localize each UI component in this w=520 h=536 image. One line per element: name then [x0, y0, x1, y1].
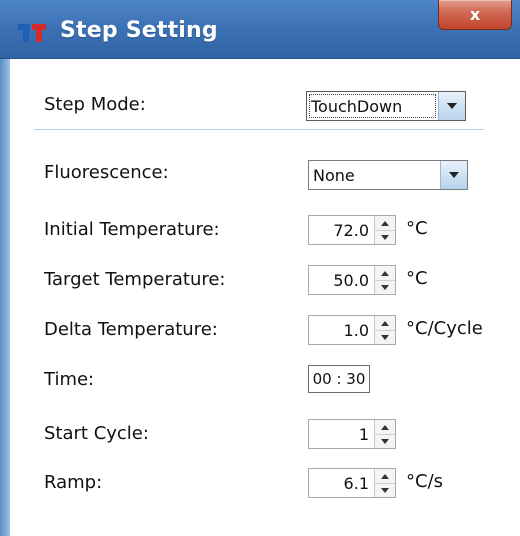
step-mode-label: Step Mode:	[44, 94, 146, 115]
start-cycle-value: 1	[358, 425, 369, 444]
close-icon: x	[469, 5, 481, 24]
spin-up-icon[interactable]	[375, 316, 395, 331]
spin-down-icon[interactable]	[375, 330, 395, 344]
start-cycle-spinner[interactable]: 1	[308, 419, 396, 449]
spin-down-icon[interactable]	[375, 230, 395, 244]
initial-temperature-label: Initial Temperature:	[44, 219, 220, 240]
spin-up-icon[interactable]	[375, 469, 395, 484]
step-mode-value: TouchDown	[311, 97, 403, 116]
window-title: Step Setting	[60, 18, 218, 43]
spin-buttons	[374, 216, 395, 244]
fluorescence-value: None	[313, 166, 355, 185]
spin-buttons	[374, 266, 395, 294]
ramp-value: 6.1	[343, 474, 369, 493]
fluorescence-label: Fluorescence:	[44, 162, 169, 183]
spin-up-icon[interactable]	[375, 216, 395, 231]
start-cycle-label: Start Cycle:	[44, 423, 149, 444]
ramp-spinner[interactable]: 6.1	[308, 468, 396, 498]
close-button[interactable]: x	[438, 0, 512, 30]
spin-down-icon[interactable]	[375, 280, 395, 294]
ramp-label: Ramp:	[44, 472, 103, 493]
chevron-down-icon[interactable]	[438, 92, 465, 120]
spin-up-icon[interactable]	[375, 420, 395, 435]
target-temperature-unit: °C	[406, 268, 428, 289]
ramp-unit: °C/s	[406, 471, 444, 492]
target-temperature-label: Target Temperature:	[44, 269, 226, 290]
delta-temperature-spinner[interactable]: 1.0	[308, 315, 396, 345]
step-mode-select[interactable]: TouchDown	[306, 91, 466, 121]
time-input[interactable]: 00 : 30	[308, 365, 370, 393]
spin-down-icon[interactable]	[375, 434, 395, 448]
initial-temperature-unit: °C	[406, 218, 428, 239]
target-temperature-spinner[interactable]: 50.0	[308, 265, 396, 295]
delta-temperature-label: Delta Temperature:	[44, 319, 218, 340]
spin-buttons	[374, 469, 395, 497]
spin-buttons	[374, 316, 395, 344]
app-logo-icon	[18, 24, 46, 42]
fluorescence-select[interactable]: None	[308, 160, 468, 190]
spin-buttons	[374, 420, 395, 448]
window-border	[0, 0, 10, 536]
delta-temperature-unit: °C/Cycle	[406, 318, 483, 339]
target-temperature-value: 50.0	[333, 271, 369, 290]
delta-temperature-value: 1.0	[343, 321, 369, 340]
section-divider	[34, 129, 484, 130]
chevron-down-icon[interactable]	[440, 161, 467, 189]
title-bar[interactable]: Step Setting x	[0, 0, 520, 59]
spin-down-icon[interactable]	[375, 483, 395, 497]
dialog-content: Step Mode: TouchDown Fluorescence: None …	[10, 59, 520, 536]
initial-temperature-spinner[interactable]: 72.0	[308, 215, 396, 245]
spin-up-icon[interactable]	[375, 266, 395, 281]
time-label: Time:	[44, 369, 95, 390]
initial-temperature-value: 72.0	[333, 221, 369, 240]
